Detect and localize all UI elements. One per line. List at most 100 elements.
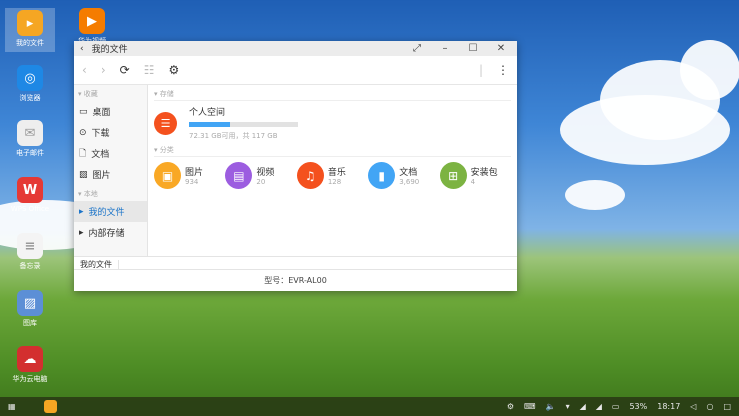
title-bar: ‹ 我的文件 ⤢ – ☐ ✕ (74, 41, 517, 56)
favorites-header: ▾ 收藏 (78, 90, 98, 98)
desktop-icon-1[interactable]: ◎ 浏览器 (5, 65, 55, 103)
sidebar-item-documents[interactable]: 🗋 文档 (74, 143, 147, 164)
folder-icon: ▸ (17, 10, 43, 36)
restore-icon[interactable]: ⤢ (407, 43, 427, 54)
category-label: 音乐 (327, 168, 346, 178)
sidebar-item-downloads[interactable]: ⊙ 下载 (74, 122, 147, 143)
nav-back-icon[interactable]: ◁ (690, 402, 696, 411)
desktop-icon-0[interactable]: ▸ 我的文件 (5, 8, 55, 52)
picture-icon: ▨ (79, 169, 88, 180)
toolbar: ‹ › ⟳ ☷ ⚙ | ⋮ (74, 56, 517, 85)
app-grid-icon[interactable]: ▦ (0, 402, 24, 411)
desktop-icon-label: 图库 (23, 319, 37, 327)
main-content: ▾ 存储 ☰ 个人空间 72.31 GB可用，共 117 GB ▾ 分类 ▣ 图片… (154, 89, 511, 189)
category-item[interactable]: ♫ 音乐 128 (296, 162, 368, 189)
label: 文档 (91, 150, 110, 160)
category-label: 图片 (185, 168, 204, 178)
wps-icon: W (17, 177, 43, 203)
desktop-icon-label: 华为云电脑 (12, 375, 48, 383)
category-count: 4 (470, 178, 476, 186)
nav-recents-icon[interactable]: □ (723, 402, 731, 411)
breadcrumb-item[interactable]: 我的文件 (80, 260, 119, 269)
category-item[interactable]: ▣ 图片 934 (154, 162, 225, 189)
taskbar-files-icon[interactable] (43, 400, 57, 413)
notes-icon: ≡ (17, 233, 43, 259)
desktop-icon-2[interactable]: ✉ 电子邮件 (5, 120, 55, 158)
back-icon[interactable]: ‹ (80, 44, 84, 54)
list-view-icon[interactable]: ☷ (144, 63, 155, 77)
browser-icon: ◎ (17, 65, 43, 91)
label: 内部存储 (88, 229, 125, 239)
desktop-icon-label: WPS Office (10, 205, 50, 213)
category-item[interactable]: ▮ 文档 3,690 (368, 162, 439, 189)
mail-icon: ✉ (17, 120, 43, 146)
minimize-button[interactable]: – (435, 43, 455, 54)
sidebar-item-my-files[interactable]: ▸ 我的文件 (74, 201, 147, 222)
label: 桌面 (92, 108, 111, 118)
category-icon: ▣ (154, 162, 181, 189)
storage-detail: 72.31 GB可用，共 117 GB (189, 132, 278, 140)
category-count: 934 (185, 178, 199, 186)
battery-icon: ▭ (611, 402, 620, 411)
label: 下载 (91, 129, 110, 139)
desktop-icon-6[interactable]: ☁ 华为云电脑 (5, 346, 55, 384)
more-icon[interactable]: ⋮ (497, 63, 509, 77)
storage-bar (189, 122, 298, 127)
nav-back-icon[interactable]: ‹ (82, 63, 87, 77)
expand-icon: ▸ (79, 227, 84, 238)
desktop-icon-5[interactable]: ▨ 图库 (5, 290, 55, 328)
storage-section-header: ▾ 存储 (154, 89, 511, 101)
desktop-icon: ▭ (79, 106, 88, 117)
settings-icon[interactable]: ⚙ (168, 63, 179, 77)
tools-icon[interactable]: ⚙ (507, 402, 514, 411)
clock[interactable]: 18:17 (657, 402, 680, 411)
sidebar-item-pictures[interactable]: ▨ 图片 (74, 164, 147, 185)
nav-forward-icon[interactable]: › (101, 63, 106, 77)
sidebar-item-internal-storage[interactable]: ▸ 内部存储 (74, 222, 147, 243)
storage-item[interactable]: ☰ 个人空间 72.31 GB可用，共 117 GB (154, 105, 511, 141)
signal-icon: ◢ (579, 402, 586, 411)
expand-icon: ▸ (79, 206, 84, 217)
category-icon: ▮ (368, 162, 396, 189)
storage-name: 个人空间 (189, 108, 226, 118)
file-manager-window: ‹ 我的文件 ⤢ – ☐ ✕ ‹ › ⟳ ☷ ⚙ | ⋮ ▾ 收藏 ▭ 桌面 ⊙ 下… (74, 41, 517, 291)
categories-section-header: ▾ 分类 (154, 145, 511, 157)
desktop-icon-label: 备忘录 (19, 262, 41, 270)
download-icon: ⊙ (79, 127, 87, 138)
cloud-pc-icon: ☁ (17, 346, 43, 372)
document-icon: 🗋 (79, 148, 87, 159)
desktop-icon-3[interactable]: W WPS Office (5, 177, 55, 213)
category-list: ▣ 图片 934 ▤ 视频 20 ♫ 音乐 128 ▮ 文档 3,690 ⊞ 安装包 4 (154, 162, 511, 189)
category-label: 视频 (256, 168, 275, 178)
sidebar-item-desktop[interactable]: ▭ 桌面 (74, 101, 147, 122)
category-icon: ⊞ (439, 162, 467, 189)
desktop-icon-label: 我的文件 (16, 39, 44, 47)
category-label: 安装包 (470, 168, 498, 178)
divider: | (478, 63, 483, 77)
volume-icon[interactable]: 🔈 (546, 402, 556, 411)
category-item[interactable]: ⊞ 安装包 4 (439, 162, 511, 189)
breadcrumb: 我的文件 (74, 256, 517, 270)
desktop-icon-4[interactable]: ≡ 备忘录 (5, 233, 55, 271)
label: 图片 (92, 171, 111, 181)
desktop-icon-label: 浏览器 (19, 94, 41, 102)
refresh-icon[interactable]: ⟳ (120, 63, 130, 77)
battery-percent: 53% (629, 402, 648, 411)
taskbar: ▦ ⚙ ⌨ 🔈 ▾ ◢ ◢ ▭ 53% 18:17 ◁ ○ □ (0, 397, 739, 416)
category-item[interactable]: ▤ 视频 20 (225, 162, 296, 189)
label: 我的文件 (88, 208, 125, 218)
storage-icon: ☰ (154, 111, 177, 135)
wifi-icon: ▾ (565, 402, 570, 411)
maximize-button[interactable]: ☐ (463, 43, 483, 54)
video-icon: ▶ (79, 8, 105, 34)
category-count: 128 (327, 178, 342, 186)
nav-home-icon[interactable]: ○ (706, 402, 713, 411)
device-model: 型号：EVR-AL00 (264, 276, 327, 285)
gallery-icon: ▨ (17, 290, 43, 316)
local-header: ▾ 本地 (78, 190, 98, 198)
close-button[interactable]: ✕ (491, 43, 511, 54)
keyboard-icon[interactable]: ⌨ (524, 402, 536, 411)
sidebar: ▾ 收藏 ▭ 桌面 ⊙ 下载 🗋 文档 ▨ 图片 ▾ 本地 ▸ 我的文件 ▸ 内部存储 (74, 85, 148, 256)
category-count: 20 (256, 178, 266, 186)
window-title: 我的文件 (91, 45, 128, 55)
